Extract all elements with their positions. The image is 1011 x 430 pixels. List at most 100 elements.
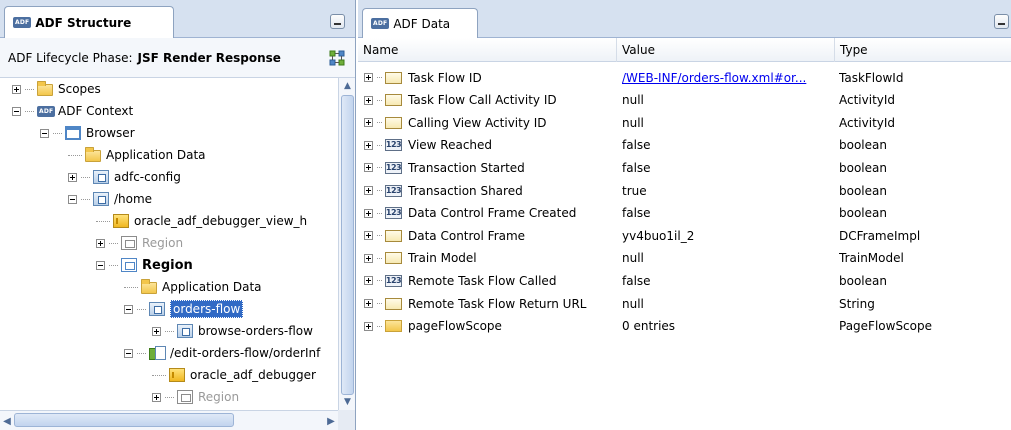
table-row[interactable]: 123 Data Control Frame Created false boolea… [358, 202, 1011, 225]
expand-icon[interactable] [96, 238, 105, 248]
table-row[interactable]: Task Flow ID/WEB-INF/orders-flow.xml#or.… [358, 66, 1011, 89]
row-type: TrainModel [839, 251, 904, 266]
vertical-scrollbar[interactable]: ▲ ▼ [338, 78, 355, 410]
expand-icon[interactable] [364, 208, 373, 218]
minimize-icon[interactable] [330, 14, 345, 29]
tree-item-region[interactable]: Region [96, 232, 183, 254]
table-row[interactable]: pageFlowScope 0 entries PageFlowScope [358, 315, 1011, 338]
row-type: boolean [839, 273, 887, 288]
scroll-down-icon[interactable]: ▼ [339, 394, 356, 410]
tree-item-label: oracle_adf_debugger_view_h [134, 214, 308, 228]
tree-item-edit-orders-flow[interactable]: /edit-orders-flow/orderInf [124, 342, 320, 364]
row-value: false [622, 138, 651, 153]
table-row[interactable]: 123 Transaction Shared true boolean [358, 179, 1011, 202]
type-cell: boolean [839, 134, 999, 157]
table-row[interactable]: Data Control Frame yv4buo1il_2 DCFrameImpl [358, 224, 1011, 247]
tree-item-application-data[interactable]: Application Data [124, 276, 262, 298]
tree-item-region[interactable]: Region [152, 386, 239, 408]
tree-item-region-current[interactable]: Region [96, 254, 193, 276]
table-row[interactable]: Calling View Activity ID null ActivityId [358, 111, 1011, 134]
tree-item-label: Application Data [106, 148, 206, 162]
name-cell: 123 Remote Task Flow Called [364, 269, 616, 292]
expand-icon[interactable] [364, 276, 373, 286]
table-row[interactable]: Remote Task Flow Return URL null String [358, 292, 1011, 315]
column-header-value[interactable]: Value [617, 38, 835, 62]
expand-icon[interactable] [12, 84, 21, 94]
expand-icon[interactable] [364, 163, 373, 173]
column-header-type[interactable]: Type [835, 38, 1011, 62]
expand-icon[interactable] [364, 186, 373, 195]
scroll-right-icon[interactable]: ▶ [324, 411, 338, 430]
adf-structure-tree[interactable]: Scopes ADF ADF Context Browser Applicati… [0, 78, 338, 410]
expand-icon[interactable] [364, 140, 373, 150]
value-link[interactable]: /WEB-INF/orders-flow.xml#or... [622, 71, 806, 85]
table-row[interactable]: 123 Transaction Started false boolean [358, 156, 1011, 179]
tree-item-label: browse-orders-flow [198, 324, 313, 338]
scrollbar-thumb[interactable] [14, 413, 234, 427]
row-name: Task Flow ID [408, 70, 482, 85]
tree-item-home[interactable]: /home [68, 188, 152, 210]
expand-icon[interactable] [364, 118, 373, 128]
table-row[interactable]: Task Flow Call Activity ID null ActivityId [358, 89, 1011, 112]
tab-label: ADF Structure [35, 15, 132, 30]
number-icon: 123 [385, 184, 402, 197]
expand-icon[interactable] [364, 95, 373, 105]
refresh-structure-icon[interactable] [329, 50, 345, 66]
tree-item-debugger-view[interactable]: oracle_adf_debugger [152, 364, 316, 386]
table-row[interactable]: 123 View Reached false boolean [358, 134, 1011, 157]
adf-data-icon: ADF [371, 18, 390, 29]
tree-item-browse-orders-flow[interactable]: browse-orders-flow [152, 320, 313, 342]
collapse-icon[interactable] [68, 194, 77, 204]
tree-item-adfc-config[interactable]: adfc-config [68, 166, 181, 188]
collapse-icon[interactable] [40, 128, 49, 138]
column-header-name[interactable]: Name [358, 38, 617, 62]
row-name: pageFlowScope [408, 319, 502, 334]
value-cell: null [621, 89, 835, 112]
row-value: 0 entries [622, 319, 676, 334]
object-icon [385, 116, 402, 129]
expand-icon[interactable] [364, 73, 373, 82]
expand-icon[interactable] [364, 253, 373, 263]
tab-label: ADF Data [393, 16, 451, 31]
type-cell: TrainModel [839, 247, 999, 270]
scrollbar-thumb[interactable] [341, 95, 354, 395]
tree-item-application-data[interactable]: Application Data [68, 144, 206, 166]
scroll-corner [338, 410, 355, 430]
expand-icon[interactable] [68, 172, 77, 182]
tree-item-scopes[interactable]: Scopes [12, 78, 101, 100]
collapse-icon[interactable] [12, 106, 21, 116]
table-row[interactable]: 123 Remote Task Flow Called false boolean [358, 269, 1011, 292]
scroll-left-icon[interactable]: ◀ [0, 411, 14, 430]
expand-icon[interactable] [152, 326, 161, 336]
collapse-icon[interactable] [124, 348, 133, 358]
scroll-up-icon[interactable]: ▲ [339, 78, 356, 94]
tree-item-browser[interactable]: Browser [40, 122, 135, 144]
expand-icon[interactable] [364, 299, 373, 308]
row-value: yv4buo1il_2 [622, 228, 695, 243]
tree-item-adf-context[interactable]: ADF ADF Context [12, 100, 133, 122]
number-icon: 123 [385, 139, 402, 152]
expand-icon[interactable] [152, 392, 161, 402]
value-cell: null [621, 292, 835, 315]
tree-item-orders-flow[interactable]: orders-flow [124, 298, 244, 320]
right-tabstrip: ADF ADF Data [358, 0, 1011, 38]
expand-icon[interactable] [364, 231, 373, 241]
folder-icon [385, 320, 402, 333]
object-icon [385, 71, 402, 84]
row-name: Data Control Frame [408, 228, 526, 243]
number-icon: 123 [385, 207, 402, 220]
collapse-icon[interactable] [96, 260, 105, 270]
tab-adf-structure[interactable]: ADF ADF Structure [4, 6, 174, 38]
tab-adf-data[interactable]: ADF ADF Data [362, 8, 478, 38]
phase-value: JSF Render Response [137, 50, 281, 65]
collapse-icon[interactable] [124, 304, 133, 314]
tree-item-debugger-view[interactable]: oracle_adf_debugger_view_h [96, 210, 307, 232]
horizontal-scrollbar[interactable]: ◀ ▶ [0, 410, 338, 430]
value-cell[interactable]: /WEB-INF/orders-flow.xml#or... [621, 66, 835, 89]
table-row[interactable]: Train Model null TrainModel [358, 247, 1011, 270]
name-cell: 123 Data Control Frame Created [364, 202, 616, 225]
tree-item-label: Region [142, 236, 184, 250]
expand-icon[interactable] [364, 321, 373, 331]
row-name: Train Model [408, 251, 477, 266]
minimize-icon[interactable] [994, 14, 1009, 29]
